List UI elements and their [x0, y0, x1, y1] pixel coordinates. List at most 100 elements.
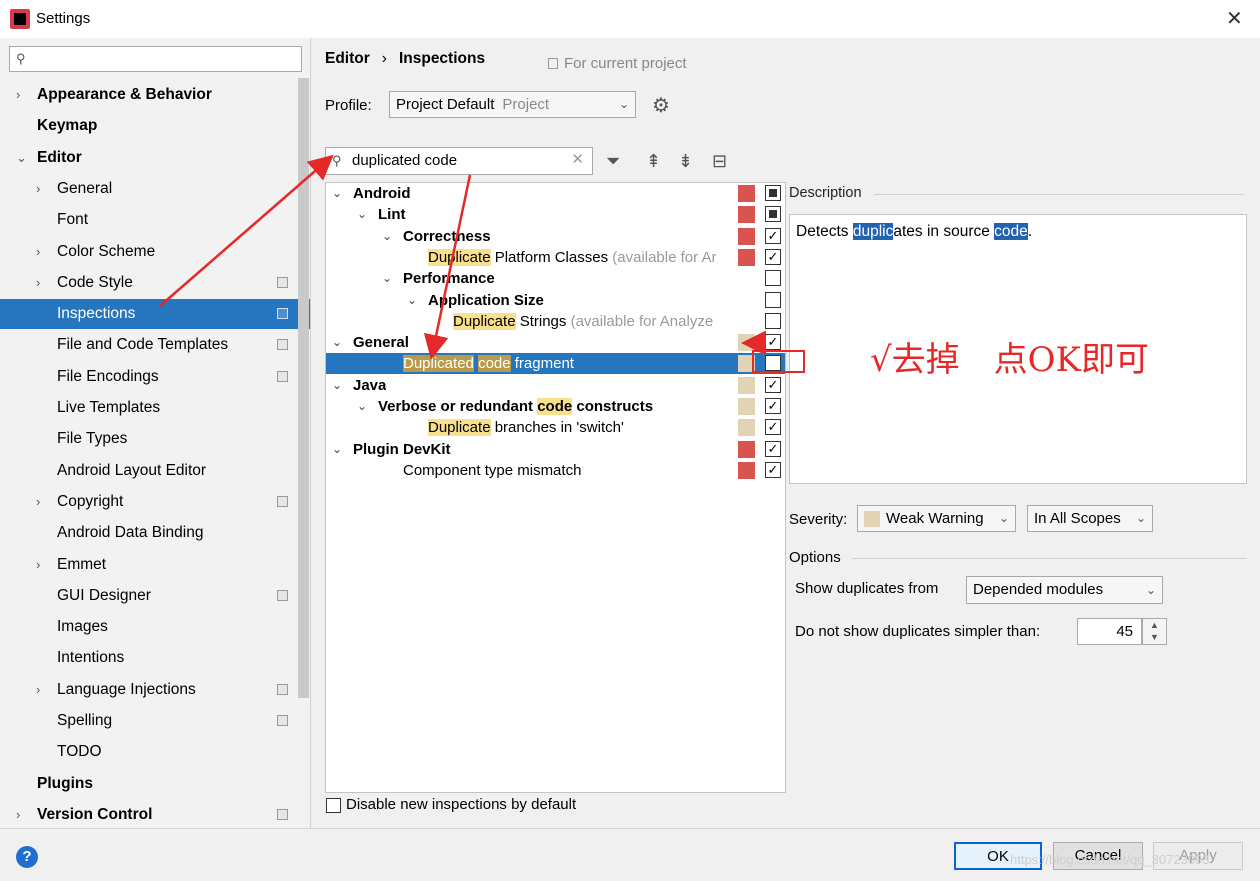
inspection-checkbox[interactable]	[765, 185, 781, 201]
inspection-row[interactable]: ⌄ Correctness ✓	[326, 226, 785, 247]
expand-all-icon[interactable]: ⇞	[646, 151, 661, 172]
gear-icon[interactable]: ⚙	[652, 93, 670, 118]
inspection-checkbox[interactable]: ✓	[765, 398, 781, 414]
chevron-down-icon[interactable]: ⌄	[332, 375, 342, 396]
profile-dropdown[interactable]: Project Default Project ⌄	[389, 91, 636, 118]
sidebar-item-code-style[interactable]: › Code Style	[0, 268, 297, 298]
inspection-checkbox[interactable]: ✓	[765, 419, 781, 436]
inspection-checkbox[interactable]: ✓	[765, 376, 781, 393]
inspection-filter-input[interactable]: ⚲ duplicated code ✕	[325, 147, 593, 175]
simpler-than-input[interactable]: 45	[1077, 618, 1142, 645]
sidebar-item-label: Inspections	[57, 305, 136, 323]
sidebar-search-input[interactable]: ⚲	[9, 46, 302, 72]
chevron-right-icon[interactable]: ›	[36, 268, 40, 298]
inspection-checkbox[interactable]: ✓	[765, 440, 781, 457]
sidebar-item-version-control[interactable]: › Version Control	[0, 800, 297, 830]
sidebar-item-plugins[interactable]: Plugins	[0, 769, 297, 799]
sidebar-item-file-types[interactable]: File Types	[0, 424, 297, 454]
inspection-checkbox[interactable]	[765, 270, 781, 287]
spin-up-icon[interactable]: ▲	[1143, 619, 1166, 631]
sidebar-item-color-scheme[interactable]: › Color Scheme	[0, 237, 297, 267]
sidebar-item-file-and-code-templates[interactable]: File and Code Templates	[0, 330, 297, 360]
chevron-down-icon[interactable]: ⌄	[332, 439, 342, 460]
breadcrumb-editor[interactable]: Editor	[325, 50, 370, 67]
description-selection: duplic	[852, 223, 894, 240]
inspection-checkbox[interactable]	[765, 206, 781, 223]
chevron-down-icon[interactable]: ⌄	[382, 268, 392, 289]
sidebar-item-todo[interactable]: TODO	[0, 737, 297, 767]
match-highlight: code	[478, 355, 511, 373]
inspection-checkbox[interactable]: ✓	[765, 227, 781, 244]
chevron-right-icon[interactable]: ›	[16, 80, 20, 110]
severity-color-swatch	[738, 419, 755, 437]
chevron-right-icon[interactable]: ›	[36, 174, 40, 204]
sidebar-item-intentions[interactable]: Intentions	[0, 643, 297, 673]
inspection-checkbox[interactable]: ✓	[765, 334, 781, 351]
inspection-name-part: branches in 'switch'	[490, 419, 624, 437]
sidebar-item-images[interactable]: Images	[0, 612, 297, 642]
match-highlight: Duplicate	[428, 248, 491, 266]
inspection-row[interactable]: ⌄ Performance	[326, 268, 785, 289]
inspection-row[interactable]: Duplicated code fragment ✓	[326, 353, 785, 375]
chevron-right-icon[interactable]: ›	[16, 800, 20, 830]
sidebar-scrollbar[interactable]	[298, 78, 309, 698]
sidebar-item-language-injections[interactable]: › Language Injections	[0, 675, 297, 705]
scope-dropdown[interactable]: In All Scopes ⌄	[1027, 505, 1153, 532]
reset-icon[interactable]: ⊟	[712, 151, 727, 172]
sidebar-item-keymap[interactable]: Keymap	[0, 111, 297, 141]
close-icon[interactable]: ✕	[1226, 6, 1243, 31]
chevron-right-icon[interactable]: ›	[36, 550, 40, 580]
sidebar-item-font[interactable]: Font	[0, 205, 297, 235]
show-duplicates-from-dropdown[interactable]: Depended modules ⌄	[966, 576, 1163, 604]
collapse-all-icon[interactable]: ⇟	[678, 151, 693, 172]
chevron-down-icon[interactable]: ⌄	[382, 226, 392, 247]
sidebar-item-android-data-binding[interactable]: Android Data Binding	[0, 518, 297, 548]
simpler-than-spinner[interactable]: ▲ ▼	[1142, 618, 1167, 645]
sidebar-item-spelling[interactable]: Spelling	[0, 706, 297, 736]
sidebar-item-appearance-behavior[interactable]: › Appearance & Behavior	[0, 80, 297, 110]
sidebar-item-android-layout-editor[interactable]: Android Layout Editor	[0, 456, 297, 486]
sidebar-item-label: Code Style	[57, 273, 133, 291]
inspection-row[interactable]: Duplicate Strings (available for Analyze	[326, 311, 785, 332]
clear-icon[interactable]: ✕	[571, 147, 584, 173]
inspection-checkbox[interactable]	[765, 291, 781, 308]
chevron-down-icon[interactable]: ⌄	[407, 290, 417, 311]
inspection-row[interactable]: ⌄ Application Size	[326, 290, 785, 311]
sidebar-item-label: TODO	[57, 743, 102, 761]
inspection-row[interactable]: Duplicate Platform Classes (available fo…	[326, 247, 785, 268]
inspection-checkbox[interactable]: ✓	[765, 461, 781, 478]
inspection-row[interactable]: Duplicate branches in 'switch' ✓	[326, 417, 785, 438]
inspection-checkbox[interactable]: ✓	[765, 248, 781, 265]
chevron-down-icon[interactable]: ⌄	[357, 396, 367, 417]
chevron-right-icon[interactable]: ›	[36, 487, 40, 517]
inspection-row[interactable]: Component type mismatch ✓	[326, 460, 785, 481]
chevron-down-icon[interactable]: ⌄	[332, 183, 342, 204]
chevron-down-icon[interactable]: ⌄	[357, 204, 367, 225]
sidebar-item-emmet[interactable]: › Emmet	[0, 550, 297, 580]
inspection-row[interactable]: ⌄ Verbose or redundant code constructs ✓	[326, 396, 785, 417]
sidebar-item-live-templates[interactable]: Live Templates	[0, 393, 297, 423]
chevron-right-icon[interactable]: ›	[36, 675, 40, 705]
sidebar-item-copyright[interactable]: › Copyright	[0, 487, 297, 517]
sidebar-item-label: Android Data Binding	[57, 524, 204, 542]
sidebar-item-inspections[interactable]: Inspections	[0, 299, 310, 330]
severity-dropdown[interactable]: Weak Warning ⌄	[857, 505, 1016, 532]
inspection-row[interactable]: ⌄ Java ✓	[326, 375, 785, 396]
disable-new-inspections-checkbox[interactable]	[326, 798, 341, 813]
filter-icon[interactable]: ⏷	[606, 151, 620, 172]
inspection-row[interactable]: ⌄ Lint	[326, 204, 785, 225]
inspection-row[interactable]: ⌄ Plugin DevKit ✓	[326, 439, 785, 460]
inspection-checkbox[interactable]	[765, 312, 781, 329]
sidebar-item-general[interactable]: › General	[0, 174, 297, 204]
help-icon[interactable]: ?	[16, 846, 38, 868]
sidebar-item-editor[interactable]: ⌄ Editor	[0, 143, 297, 173]
chevron-down-icon[interactable]: ⌄	[16, 143, 27, 173]
chevron-right-icon[interactable]: ›	[36, 237, 40, 267]
chevron-down-icon[interactable]: ⌄	[332, 332, 342, 353]
sidebar-item-file-encodings[interactable]: File Encodings	[0, 362, 297, 392]
sidebar-item-gui-designer[interactable]: GUI Designer	[0, 581, 297, 611]
inspection-row[interactable]: ⌄ General ✓	[326, 332, 785, 353]
spin-down-icon[interactable]: ▼	[1143, 631, 1166, 643]
inspection-row[interactable]: ⌄ Android	[326, 183, 785, 204]
breadcrumb-separator: ›	[381, 50, 387, 67]
